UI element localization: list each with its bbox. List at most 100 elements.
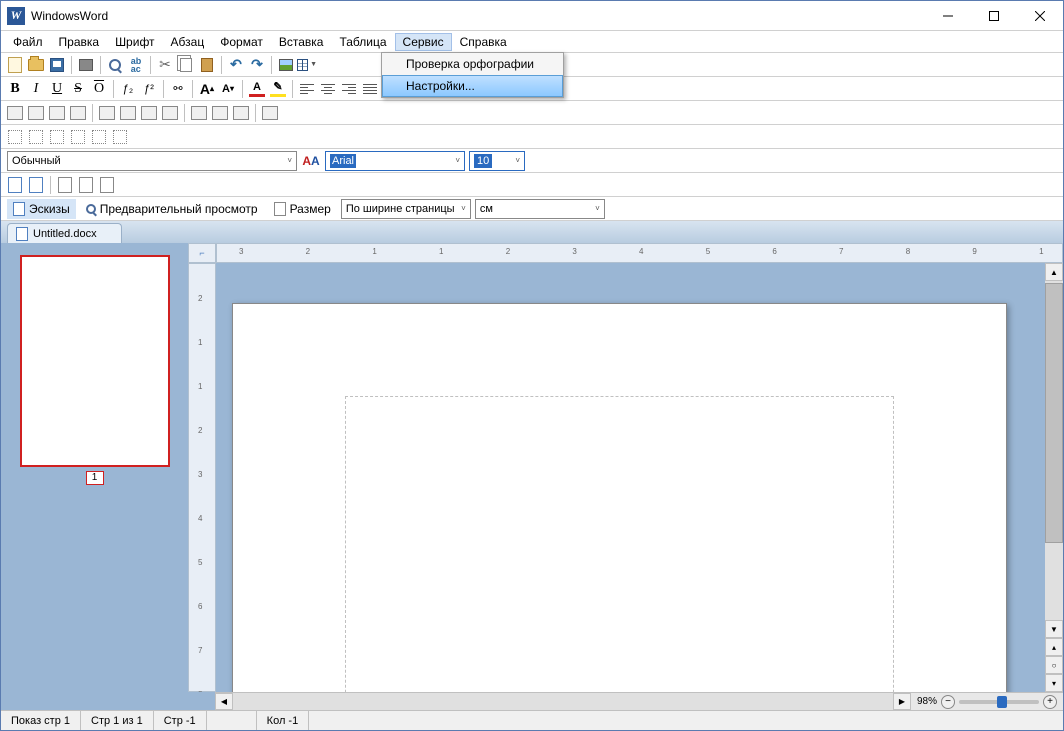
- save-button[interactable]: [47, 55, 67, 75]
- font-decrease-button[interactable]: A▾: [218, 79, 238, 99]
- zoom-slider[interactable]: [959, 700, 1039, 704]
- para-btn-10[interactable]: [210, 103, 230, 123]
- para-btn-4[interactable]: [68, 103, 88, 123]
- align-right-button[interactable]: [339, 79, 359, 99]
- zoom-mode-combo[interactable]: По ширине страницы ˅: [341, 199, 471, 219]
- menu-table[interactable]: Таблица: [331, 33, 394, 51]
- strike-button[interactable]: S: [68, 79, 88, 99]
- horizontal-ruler[interactable]: 3 2 1 1 2 3 4 5 6 7 8 9 10 11 12 13 14 1…: [216, 243, 1063, 263]
- scroll-left-button[interactable]: ◀: [215, 693, 233, 710]
- replace-button[interactable]: abac: [126, 55, 146, 75]
- zoom-mode-value: По ширине страницы: [346, 203, 455, 215]
- font-size-combo[interactable]: 10 ˅: [469, 151, 525, 171]
- vertical-scrollbar[interactable]: ▲ ▼ ▴ ○ ▾: [1045, 263, 1063, 692]
- toolbar-page: [1, 173, 1063, 197]
- menu-edit[interactable]: Правка: [51, 33, 108, 51]
- page-btn-2[interactable]: [26, 175, 46, 195]
- font-color-button[interactable]: A: [247, 79, 267, 99]
- link-button[interactable]: ⚯: [168, 79, 188, 99]
- border-btn-6[interactable]: [110, 127, 130, 147]
- scroll-thumb[interactable]: [1045, 283, 1063, 543]
- zoom-handle[interactable]: [997, 696, 1007, 708]
- page-btn-5[interactable]: [97, 175, 117, 195]
- insert-table-button[interactable]: ▼: [297, 55, 317, 75]
- scroll-down-button[interactable]: ▼: [1045, 620, 1063, 638]
- para-btn-7[interactable]: [139, 103, 159, 123]
- para-btn-6[interactable]: [118, 103, 138, 123]
- overline-button[interactable]: O: [89, 79, 109, 99]
- font-combo[interactable]: Arial ˅: [325, 151, 465, 171]
- thumbnails-button[interactable]: Эскизы: [7, 199, 76, 219]
- tab-untitled[interactable]: Untitled.docx: [7, 223, 122, 243]
- open-button[interactable]: [26, 55, 46, 75]
- menu-spellcheck[interactable]: Проверка орфографии: [382, 53, 563, 75]
- menu-insert[interactable]: Вставка: [271, 33, 332, 51]
- align-center-button[interactable]: [318, 79, 338, 99]
- page-up-button[interactable]: ▴: [1045, 638, 1063, 656]
- underline-button[interactable]: U: [47, 79, 67, 99]
- page[interactable]: [232, 303, 1007, 692]
- bold-button[interactable]: B: [5, 79, 25, 99]
- minimize-button[interactable]: [925, 1, 971, 31]
- menu-settings[interactable]: Настройки...: [382, 75, 563, 97]
- scroll-right-button[interactable]: ▶: [893, 693, 911, 710]
- find-button[interactable]: [105, 55, 125, 75]
- menu-file[interactable]: Файл: [5, 33, 51, 51]
- para-btn-3[interactable]: [47, 103, 67, 123]
- zoom-out-button[interactable]: −: [941, 695, 955, 709]
- vertical-ruler[interactable]: 2112345678: [188, 263, 216, 692]
- page-btn-4[interactable]: [76, 175, 96, 195]
- border-btn-1[interactable]: [5, 127, 25, 147]
- ruler-corner[interactable]: ⌐: [188, 243, 216, 263]
- copy-button[interactable]: [176, 55, 196, 75]
- preview-button[interactable]: Предварительный просмотр: [80, 199, 264, 219]
- paste-button[interactable]: [197, 55, 217, 75]
- border-btn-3[interactable]: [47, 127, 67, 147]
- page-btn-3[interactable]: [55, 175, 75, 195]
- border-btn-5[interactable]: [89, 127, 109, 147]
- para-btn-11[interactable]: [231, 103, 251, 123]
- tab-label: Untitled.docx: [33, 228, 97, 240]
- close-button[interactable]: [1017, 1, 1063, 31]
- para-btn-12[interactable]: [260, 103, 280, 123]
- page-nav-button[interactable]: ○: [1045, 656, 1063, 674]
- highlight-button[interactable]: ✎: [268, 79, 288, 99]
- border-btn-4[interactable]: [68, 127, 88, 147]
- page-down-button[interactable]: ▾: [1045, 674, 1063, 692]
- para-btn-1[interactable]: [5, 103, 25, 123]
- page-thumbnail-1[interactable]: [20, 255, 170, 467]
- italic-button[interactable]: I: [26, 79, 46, 99]
- para-btn-9[interactable]: [189, 103, 209, 123]
- subscript-button[interactable]: ƒ₂: [118, 79, 138, 99]
- scroll-up-button[interactable]: ▲: [1045, 263, 1063, 281]
- scroll-track[interactable]: [233, 693, 893, 710]
- para-btn-2[interactable]: [26, 103, 46, 123]
- page-area[interactable]: [216, 263, 1045, 692]
- style-combo[interactable]: Обычный ˅: [7, 151, 297, 171]
- menu-service[interactable]: Сервис: [395, 33, 452, 51]
- page-btn-1[interactable]: [5, 175, 25, 195]
- cut-button[interactable]: ✂: [155, 55, 175, 75]
- maximize-button[interactable]: [971, 1, 1017, 31]
- new-button[interactable]: [5, 55, 25, 75]
- zoom-in-button[interactable]: +: [1043, 695, 1057, 709]
- border-btn-2[interactable]: [26, 127, 46, 147]
- align-left-button[interactable]: [297, 79, 317, 99]
- print-button[interactable]: [76, 55, 96, 75]
- menu-paragraph[interactable]: Абзац: [163, 33, 213, 51]
- menu-format[interactable]: Формат: [212, 33, 271, 51]
- size-button[interactable]: Размер: [268, 199, 337, 219]
- menu-help[interactable]: Справка: [452, 33, 515, 51]
- unit-combo[interactable]: см ˅: [475, 199, 605, 219]
- superscript-button[interactable]: ƒ²: [139, 79, 159, 99]
- insert-image-button[interactable]: [276, 55, 296, 75]
- font-value: Arial: [330, 154, 356, 168]
- font-increase-button[interactable]: A▴: [197, 79, 217, 99]
- menu-font[interactable]: Шрифт: [107, 33, 162, 51]
- align-justify-button[interactable]: [360, 79, 380, 99]
- undo-button[interactable]: ↶: [226, 55, 246, 75]
- redo-button[interactable]: ↷: [247, 55, 267, 75]
- para-btn-8[interactable]: [160, 103, 180, 123]
- status-page-of: Стр 1 из 1: [81, 711, 154, 730]
- para-btn-5[interactable]: [97, 103, 117, 123]
